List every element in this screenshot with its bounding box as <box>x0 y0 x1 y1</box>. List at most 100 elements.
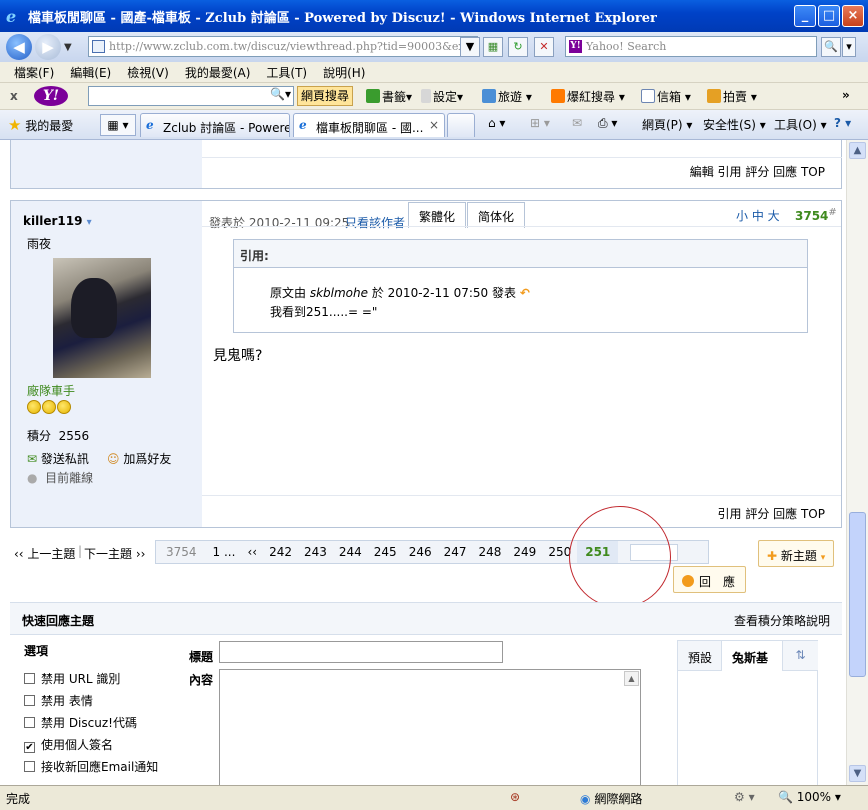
floor-number: 3754# <box>795 207 837 223</box>
bookmarks-button[interactable]: 書籤▾ <box>366 88 412 105</box>
scroll-up-icon[interactable]: ▲ <box>849 142 866 159</box>
protected-mode-icon[interactable]: ⚙ ▾ <box>734 790 755 804</box>
close-window-button[interactable]: × <box>842 5 864 27</box>
refresh-icon[interactable]: ↻ <box>508 37 528 57</box>
next-topic-link[interactable]: 下一主題 ›› <box>84 545 145 562</box>
page-247[interactable]: 247 <box>438 545 473 559</box>
scroll-down-icon[interactable]: ▼ <box>849 765 866 782</box>
search-input[interactable]: Y! Yahoo! Search <box>565 36 817 57</box>
simplified-button[interactable]: 简体化 <box>467 202 526 228</box>
add-friend-link[interactable]: ☺ 加爲好友 <box>107 450 171 467</box>
help-icon[interactable]: ? ▾ <box>834 116 851 130</box>
history-dropdown-icon[interactable]: ▼ <box>64 42 72 53</box>
maximize-button[interactable]: □ <box>818 5 840 27</box>
menu-help[interactable]: 說明(H) <box>323 64 365 81</box>
close-toolbar-icon[interactable]: x <box>10 89 24 103</box>
option-checkbox[interactable] <box>24 673 35 684</box>
author-menu-icon[interactable]: ▾ <box>87 217 92 228</box>
author-name[interactable]: killer119 ▾ <box>23 214 92 228</box>
page-menu[interactable]: 網頁(P) ▾ <box>642 116 692 133</box>
forward-button[interactable]: ▶ <box>35 34 61 60</box>
compatibility-icon[interactable]: ▦ <box>483 37 503 57</box>
address-dropdown-icon[interactable]: ▼ <box>460 37 480 57</box>
favorites-button[interactable]: ★ 我的最愛 <box>8 116 73 134</box>
previous-post-actions[interactable]: 編輯 引用 評分 回應 TOP <box>690 163 825 180</box>
tools-menu[interactable]: 工具(O) ▾ <box>774 116 827 133</box>
option-use-signature[interactable]: ✔ 使用個人簽名 <box>24 736 113 753</box>
page-scrollbar[interactable]: ▲ ▼ <box>846 140 868 785</box>
prev-topic-link[interactable]: ‹‹ 上一主題 <box>14 545 75 562</box>
option-checkbox[interactable] <box>24 717 35 728</box>
toolbar-more-icon[interactable]: » <box>842 88 850 102</box>
zoom-level[interactable]: 🔍 100% ▾ <box>778 790 841 804</box>
avatar <box>53 258 151 378</box>
new-tab-button[interactable] <box>447 113 475 137</box>
send-pm-link[interactable]: ✉ 發送私訊 <box>27 450 89 467</box>
address-toolbar: ◀ ▶ ▼ http://www.zclub.com.tw/discuz/vie… <box>0 32 868 62</box>
home-icon[interactable]: ⌂ ▾ <box>488 116 505 130</box>
yahoo-logo[interactable]: Y! <box>34 86 68 106</box>
post-actions[interactable]: 引用 評分 回應 TOP <box>718 505 825 522</box>
content-textarea[interactable]: ▲ <box>219 669 641 785</box>
quick-tabs-icon[interactable]: ▦ ▾ <box>100 114 136 136</box>
traditional-button[interactable]: 繁體化 <box>408 202 467 228</box>
option-disable-smilies[interactable]: 禁用 表情 <box>24 692 93 709</box>
menu-favorites[interactable]: 我的最愛(A) <box>185 64 251 81</box>
new-topic-button[interactable]: ✚ 新主題 ▾ <box>758 540 835 567</box>
back-button[interactable]: ◀ <box>6 34 32 60</box>
page-prev[interactable]: ‹‹ <box>241 545 263 559</box>
smiley-tab-rabbit[interactable]: 兔斯基 <box>722 641 782 671</box>
print-icon[interactable]: ⎙ ▾ <box>598 116 617 131</box>
search-icon[interactable]: 🔍 <box>821 37 841 57</box>
privacy-icon[interactable]: ⊛ <box>510 790 520 804</box>
auction-button[interactable]: 拍賣 ▾ <box>707 88 757 105</box>
subject-input[interactable] <box>219 641 503 663</box>
yahoo-search-input[interactable] <box>88 86 294 106</box>
menu-edit[interactable]: 編輯(E) <box>70 64 111 81</box>
option-email-notify[interactable]: 接收新回應Email通知 <box>24 758 158 775</box>
option-checkbox[interactable] <box>24 761 35 772</box>
quick-reply-header: 快速回應主題 查看積分策略說明 <box>10 602 842 635</box>
tab-thread[interactable]: e 檔車板閒聊區 - 國... × <box>293 113 445 137</box>
yahoo-toolbar: x Y! 🔍▾ 網頁搜尋 書籤▾ 設定▾ 旅遊 ▾ 爆紅搜尋 ▾ 信箱 ▾ 拍賣… <box>0 83 868 110</box>
points-policy-link[interactable]: 查看積分策略說明 <box>734 612 830 629</box>
mail-button[interactable]: 信箱 ▾ <box>641 88 691 105</box>
hot-search-button[interactable]: 爆紅搜尋 ▾ <box>551 88 625 105</box>
option-disable-bbcode[interactable]: 禁用 Discuz!代碼 <box>24 714 137 731</box>
smiley-toggle-icon[interactable]: ⇅ <box>782 641 818 671</box>
scroll-thumb[interactable] <box>849 512 866 677</box>
option-checkbox-checked[interactable]: ✔ <box>24 742 35 753</box>
page-242[interactable]: 242 <box>263 545 298 559</box>
magnifier-icon[interactable]: 🔍▾ <box>270 87 291 101</box>
page-246[interactable]: 246 <box>403 545 438 559</box>
font-size-links[interactable]: 小 中 大 <box>736 207 780 224</box>
address-input[interactable]: http://www.zclub.com.tw/discuz/viewthrea… <box>88 36 478 57</box>
read-mail-icon[interactable]: ✉ <box>572 116 582 130</box>
page-first[interactable]: 1 ... <box>207 545 242 559</box>
textarea-scroll-up-icon[interactable]: ▲ <box>624 671 639 686</box>
search-options-icon[interactable]: ▾ <box>842 37 856 57</box>
goto-original-icon[interactable]: ↶ <box>520 286 530 300</box>
smiley-tab-default[interactable]: 預設 <box>678 641 722 671</box>
close-tab-icon[interactable]: × <box>429 118 439 132</box>
reply-button[interactable]: 回 應 <box>673 566 747 593</box>
option-disable-url[interactable]: 禁用 URL 識別 <box>24 670 120 687</box>
page-243[interactable]: 243 <box>298 545 333 559</box>
minimize-button[interactable]: _ <box>794 5 816 27</box>
safety-menu[interactable]: 安全性(S) ▾ <box>703 116 766 133</box>
settings-button[interactable]: 設定▾ <box>421 88 463 105</box>
page-248[interactable]: 248 <box>473 545 508 559</box>
menu-view[interactable]: 檢視(V) <box>127 64 169 81</box>
stop-icon[interactable]: ✕ <box>534 37 554 57</box>
travel-button[interactable]: 旅遊 ▾ <box>482 88 532 105</box>
only-author-link[interactable]: 只看該作者 <box>345 214 405 231</box>
menu-file[interactable]: 檔案(F) <box>14 64 54 81</box>
feeds-icon[interactable]: ⊞ ▾ <box>530 116 550 130</box>
page-249[interactable]: 249 <box>507 545 542 559</box>
page-244[interactable]: 244 <box>333 545 368 559</box>
tab-zclub[interactable]: e Zclub 討論區 - Powered... <box>140 113 290 137</box>
page-245[interactable]: 245 <box>368 545 403 559</box>
web-search-button[interactable]: 網頁搜尋 <box>297 86 354 106</box>
option-checkbox[interactable] <box>24 695 35 706</box>
menu-tools[interactable]: 工具(T) <box>266 64 307 81</box>
